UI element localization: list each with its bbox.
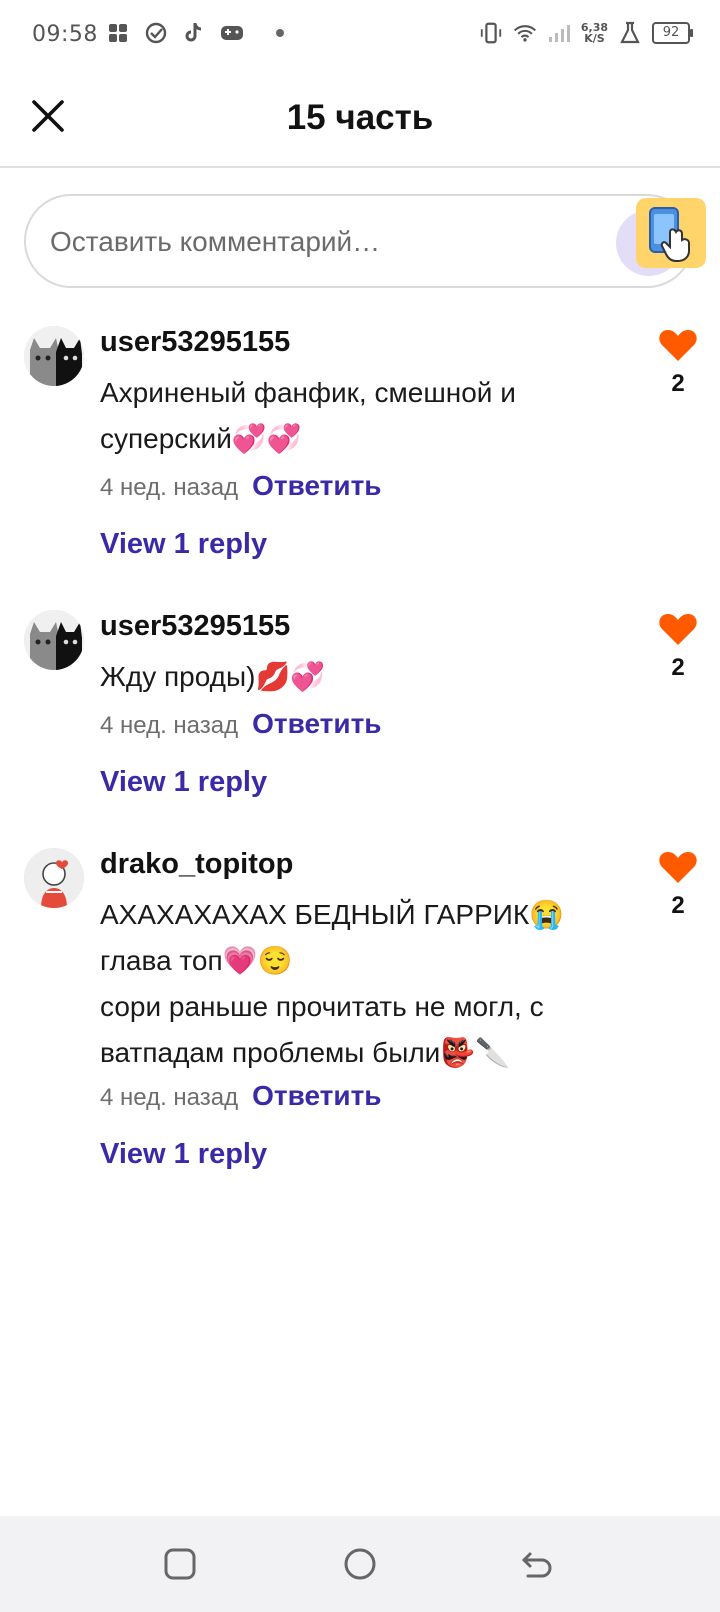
comment-username[interactable]: user53295155 <box>100 610 290 643</box>
app-grid-icon <box>106 20 130 46</box>
reply-button[interactable]: Ответить <box>252 470 381 502</box>
square-icon <box>164 1548 196 1580</box>
notification-dot-icon <box>276 29 284 37</box>
recents-button[interactable] <box>160 1544 200 1584</box>
header: 15 часть <box>0 72 720 168</box>
comment-meta: 4 нед. назад Ответить <box>100 708 382 740</box>
gamepad-icon <box>220 20 244 46</box>
like-count: 2 <box>671 892 685 919</box>
like-count: 2 <box>671 654 685 681</box>
comment-text: Ахриненый фанфик, смешной и суперский💞💞 <box>100 377 524 454</box>
comment-text: Жду проды)💋💞 <box>100 661 326 692</box>
home-button[interactable] <box>340 1544 380 1584</box>
network-speed: 6,38 K/S <box>580 21 608 45</box>
character-avatar-icon <box>24 848 84 908</box>
like-count: 2 <box>671 370 685 397</box>
reply-button[interactable]: Ответить <box>252 708 381 740</box>
comment-meta: 4 нед. назад Ответить <box>100 470 382 502</box>
like-button[interactable]: 2 <box>656 850 700 940</box>
avatar[interactable] <box>24 610 84 670</box>
back-arrow-icon <box>522 1552 552 1578</box>
system-nav-bar <box>0 1516 720 1612</box>
heart-icon <box>659 330 697 361</box>
view-replies-link[interactable]: View 1 reply <box>100 1138 267 1171</box>
circle-icon <box>344 1548 376 1580</box>
back-button[interactable] <box>518 1544 558 1584</box>
phone-tap-icon <box>649 207 690 262</box>
comment-input-container <box>24 194 694 288</box>
avatar[interactable] <box>24 326 84 386</box>
view-replies-link[interactable]: View 1 reply <box>100 766 267 799</box>
check-circle-icon <box>144 20 168 46</box>
vibrate-icon <box>479 20 503 46</box>
promo-tile <box>636 198 706 268</box>
status-time: 09:58 <box>32 22 98 47</box>
comment-meta: 4 нед. назад Ответить <box>100 1080 382 1112</box>
comment-text: АХАХАХАХАХ БЕДНЫЙ ГАРРИК😭 глава топ💗😌 со… <box>100 899 565 1068</box>
like-button[interactable]: 2 <box>656 328 700 418</box>
wifi-icon <box>513 20 537 46</box>
status-bar: 09:58 6,38 K/S 92 <box>0 0 720 72</box>
comment-time: 4 нед. назад <box>100 1084 239 1111</box>
reply-button[interactable]: Ответить <box>252 1080 381 1112</box>
avatar[interactable] <box>24 848 84 908</box>
view-replies-link[interactable]: View 1 reply <box>100 528 267 561</box>
battery-indicator: 92 <box>652 22 693 44</box>
cats-avatar-icon <box>24 610 84 670</box>
heart-icon <box>659 852 697 883</box>
comment-time: 4 нед. назад <box>100 474 239 501</box>
comment-username[interactable]: user53295155 <box>100 326 290 359</box>
page-title: 15 часть <box>286 98 434 137</box>
heart-icon <box>659 614 697 645</box>
signal-icon <box>547 20 571 46</box>
comment-input[interactable] <box>48 216 592 268</box>
cats-avatar-icon <box>24 326 84 386</box>
flask-icon <box>618 20 642 46</box>
like-button[interactable]: 2 <box>656 612 700 702</box>
promo-button[interactable] <box>614 192 710 280</box>
comment-time: 4 нед. назад <box>100 712 239 739</box>
tiktok-icon <box>182 20 206 46</box>
comment-username[interactable]: drako_topitop <box>100 848 293 881</box>
